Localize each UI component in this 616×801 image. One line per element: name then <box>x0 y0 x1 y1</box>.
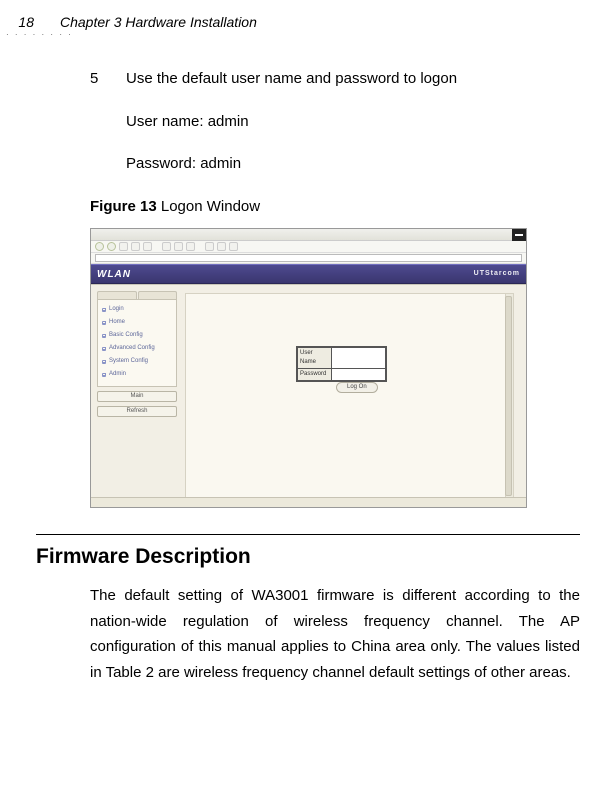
expand-icon <box>102 347 106 351</box>
toolbar-button[interactable] <box>119 242 128 251</box>
sidebar-tab[interactable] <box>97 291 137 299</box>
password-label: Password <box>298 369 332 381</box>
sidebar-item-label: Login <box>109 305 124 314</box>
figure-title: Logon Window <box>161 198 260 215</box>
expand-icon <box>102 373 106 377</box>
chapter-title: Chapter 3 Hardware Installation <box>60 14 257 30</box>
sidebar-item-home[interactable]: Home <box>101 316 173 329</box>
address-bar-row <box>91 253 526 264</box>
sidebar-item-label: Home <box>109 318 125 327</box>
status-bar <box>91 497 526 507</box>
window-control-icon <box>512 229 526 241</box>
username-label: User Name <box>298 348 332 369</box>
sidebar-item-label: System Config <box>109 357 148 366</box>
sidebar-refresh-button[interactable]: Refresh <box>97 406 177 417</box>
logon-button[interactable]: Log On <box>336 382 378 393</box>
section: Firmware Description The default setting… <box>0 534 616 685</box>
login-form: User Name Password <box>296 346 387 382</box>
sidebar-item-admin[interactable]: Admin <box>101 368 173 381</box>
sidebar-item-advanced[interactable]: Advanced Config <box>101 342 173 355</box>
figure-caption: Figure 13 Logon Window <box>90 196 580 219</box>
address-input[interactable] <box>95 254 522 262</box>
wlan-banner: WLAN UTStarcom <box>91 264 526 284</box>
toolbar-button[interactable] <box>143 242 152 251</box>
section-divider <box>36 534 580 535</box>
content-area: 5 Use the default user name and password… <box>0 38 616 508</box>
main-panel: User Name Password Log On <box>185 293 514 499</box>
nav-back-icon[interactable] <box>95 242 104 251</box>
sidebar-item-login[interactable]: Login <box>101 303 173 316</box>
sidebar-main-button[interactable]: Main <box>97 391 177 402</box>
username-line: User name: admin <box>126 111 580 134</box>
toolbar-button[interactable] <box>229 242 238 251</box>
toolbar-button[interactable] <box>162 242 171 251</box>
password-line: Password: admin <box>126 153 580 176</box>
sidebar: Login Home Basic Config Advanced Config … <box>97 291 177 417</box>
page-number: 18 <box>0 14 40 30</box>
wlan-label: WLAN <box>97 267 131 282</box>
step-text: Use the default user name and password t… <box>126 68 457 91</box>
sidebar-item-system[interactable]: System Config <box>101 355 173 368</box>
page-body: Login Home Basic Config Advanced Config … <box>91 284 526 507</box>
sidebar-item-label: Basic Config <box>109 331 143 340</box>
expand-icon <box>102 308 106 312</box>
toolbar-button[interactable] <box>186 242 195 251</box>
step-number: 5 <box>90 68 126 91</box>
sidebar-panel: Login Home Basic Config Advanced Config … <box>97 299 177 387</box>
password-input[interactable] <box>332 369 386 381</box>
sidebar-item-basic[interactable]: Basic Config <box>101 329 173 342</box>
step-row: 5 Use the default user name and password… <box>90 68 580 91</box>
section-body: The default setting of WA3001 firmware i… <box>36 583 580 685</box>
expand-icon <box>102 334 106 338</box>
expand-icon <box>102 360 106 364</box>
brand-label: UTStarcom <box>474 269 520 280</box>
section-title: Firmware Description <box>36 545 580 569</box>
expand-icon <box>102 321 106 325</box>
sidebar-tabs <box>97 291 177 299</box>
username-input[interactable] <box>332 348 386 369</box>
browser-toolbar <box>91 241 526 253</box>
figure-label: Figure 13 <box>90 198 157 215</box>
dotted-decoration: · · · · · · · · <box>6 30 73 39</box>
nav-forward-icon[interactable] <box>107 242 116 251</box>
logon-window-screenshot: WLAN UTStarcom Login Home Basic Config A… <box>90 228 527 508</box>
sidebar-item-label: Advanced Config <box>109 344 155 353</box>
sidebar-item-label: Admin <box>109 370 126 379</box>
toolbar-button[interactable] <box>205 242 214 251</box>
window-titlebar <box>91 229 526 241</box>
toolbar-button[interactable] <box>131 242 140 251</box>
page-header: 18 Chapter 3 Hardware Installation <box>0 0 616 38</box>
toolbar-button[interactable] <box>174 242 183 251</box>
toolbar-button[interactable] <box>217 242 226 251</box>
sidebar-tab[interactable] <box>138 291 178 299</box>
